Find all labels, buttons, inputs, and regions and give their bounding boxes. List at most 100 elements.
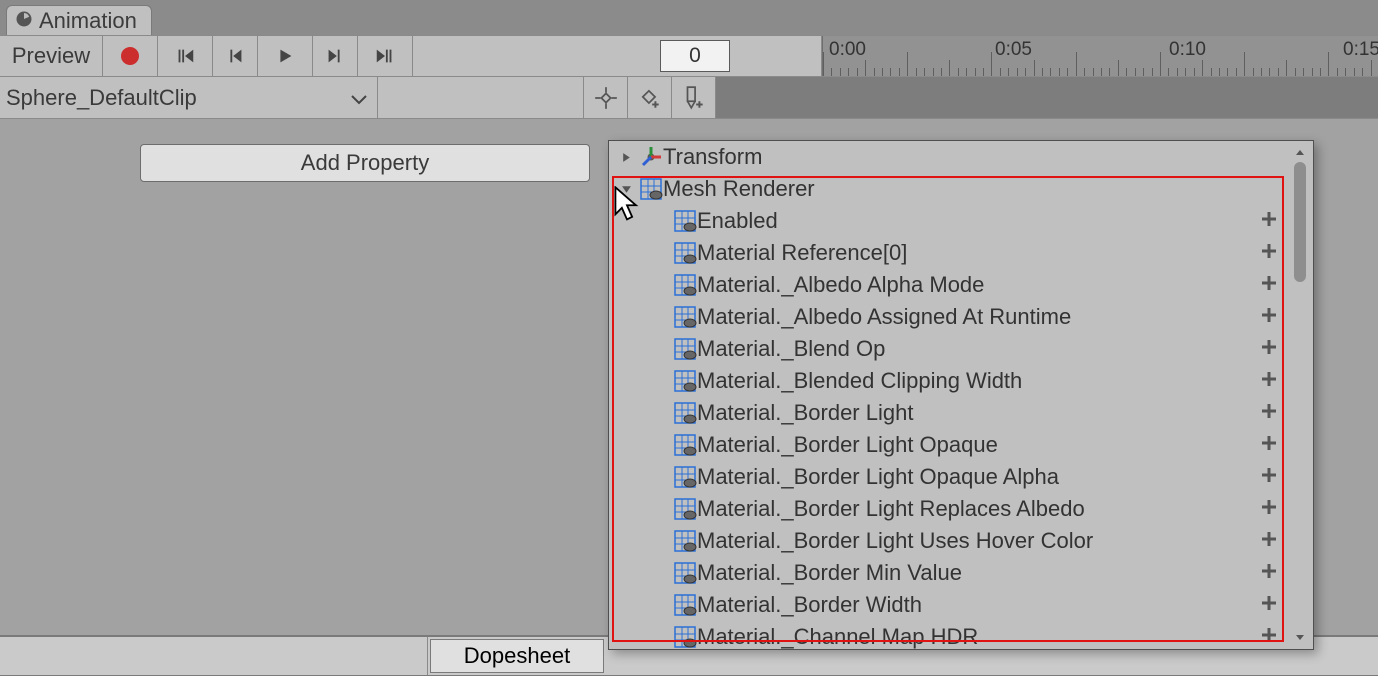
scroll-up-icon[interactable] (1291, 144, 1309, 162)
add-property-plus-button[interactable] (1259, 497, 1281, 519)
tree-item[interactable]: Material._Border Light Opaque Alpha (609, 461, 1287, 493)
property-icon (673, 465, 697, 489)
add-property-plus-button[interactable] (1259, 337, 1281, 359)
collapse-arrow-icon[interactable] (613, 184, 639, 195)
tree-item[interactable]: Material._Border Light Uses Hover Color (609, 525, 1287, 557)
property-icon (673, 337, 697, 361)
tree-item[interactable]: Material._Albedo Alpha Mode (609, 269, 1287, 301)
next-keyframe-button[interactable] (313, 36, 358, 76)
tree-item[interactable]: Material._Border Min Value (609, 557, 1287, 589)
scroll-thumb[interactable] (1294, 162, 1306, 282)
preview-button[interactable]: Preview (0, 36, 103, 76)
timeline-ruler[interactable]: 0:00 0:05 0:10 0:15 (822, 36, 1378, 76)
add-property-plus-button[interactable] (1259, 401, 1281, 423)
tree-item-mesh-renderer[interactable]: Mesh Renderer (609, 173, 1287, 205)
add-property-plus-button[interactable] (1259, 593, 1281, 615)
property-icon (673, 209, 697, 233)
add-property-plus-button[interactable] (1259, 305, 1281, 327)
add-property-plus-button[interactable] (1259, 209, 1281, 231)
popup-scrollbar[interactable] (1291, 144, 1309, 646)
add-property-popup: Transform Mesh Renderer Enabled Material … (608, 140, 1314, 650)
timeline-track[interactable] (716, 77, 1378, 118)
property-label: Material._Border Light Opaque (697, 432, 998, 458)
property-label: Material Reference[0] (697, 240, 907, 266)
property-icon (673, 273, 697, 297)
tree-item-transform[interactable]: Transform (609, 141, 1287, 173)
chevron-down-icon (351, 85, 367, 111)
add-event-button[interactable] (672, 77, 716, 118)
property-label: Material._Border Light Uses Hover Color (697, 528, 1093, 554)
ruler-label: 0:05 (995, 39, 1032, 61)
ruler-label: 0:15 (1343, 39, 1378, 61)
play-button[interactable] (258, 36, 313, 76)
add-property-plus-button[interactable] (1259, 625, 1281, 647)
first-frame-button[interactable] (158, 36, 213, 76)
step-forward-icon (324, 45, 346, 67)
mesh-renderer-icon (639, 177, 663, 201)
tree-item[interactable]: Material._Border Light (609, 397, 1287, 429)
clock-icon (15, 8, 33, 34)
skip-start-icon (174, 45, 196, 67)
record-button[interactable] (103, 36, 158, 76)
property-label: Material._Blended Clipping Width (697, 368, 1022, 394)
add-keyframe-button[interactable] (584, 77, 628, 118)
add-property-plus-button[interactable] (1259, 529, 1281, 551)
tab-animation[interactable]: Animation (6, 5, 152, 35)
add-property-plus-button[interactable] (1259, 369, 1281, 391)
prev-keyframe-button[interactable] (213, 36, 258, 76)
add-property-plus-button[interactable] (1259, 465, 1281, 487)
property-label: Material._Albedo Assigned At Runtime (697, 304, 1071, 330)
property-label: Material._Border Light (697, 400, 913, 426)
frame-input[interactable]: 0 (660, 40, 730, 72)
property-filter[interactable] (378, 77, 584, 118)
transform-icon (639, 145, 663, 169)
tree-item[interactable]: Material._Border Width (609, 589, 1287, 621)
add-property-plus-button[interactable] (1259, 433, 1281, 455)
property-icon (673, 593, 697, 617)
property-icon (673, 497, 697, 521)
dopesheet-tab[interactable]: Dopesheet (430, 639, 604, 673)
step-back-icon (224, 45, 246, 67)
tree-item[interactable]: Material._Blended Clipping Width (609, 365, 1287, 397)
property-icon (673, 401, 697, 425)
property-icon (673, 625, 697, 649)
diamond-plus-icon (637, 85, 663, 111)
ruler-label: 0:00 (829, 39, 866, 61)
crosshair-diamond-icon (593, 85, 619, 111)
tree-item[interactable]: Material._Albedo Assigned At Runtime (609, 301, 1287, 333)
scroll-down-icon[interactable] (1291, 628, 1309, 646)
event-marker-icon (681, 85, 707, 111)
property-icon (673, 305, 697, 329)
add-property-plus-button[interactable] (1259, 241, 1281, 263)
property-label: Enabled (697, 208, 778, 234)
property-icon (673, 529, 697, 553)
property-label: Material._Blend Op (697, 336, 885, 362)
animation-toolbar: Preview 0 0:00 0:05 0:10 0:15 (0, 35, 1378, 77)
tab-label: Animation (39, 8, 137, 34)
property-label: Material._Border Min Value (697, 560, 962, 586)
property-label: Material._Albedo Alpha Mode (697, 272, 984, 298)
expand-arrow-icon[interactable] (613, 152, 639, 163)
tree-item[interactable]: Enabled (609, 205, 1287, 237)
tree-item[interactable]: Material._Channel Map HDR (609, 621, 1287, 649)
play-icon (274, 45, 296, 67)
ruler-label: 0:10 (1169, 39, 1206, 61)
property-icon (673, 241, 697, 265)
add-property-plus-button[interactable] (1259, 561, 1281, 583)
tree-item[interactable]: Material._Border Light Replaces Albedo (609, 493, 1287, 525)
property-label: Material._Border Light Replaces Albedo (697, 496, 1085, 522)
skip-end-icon (374, 45, 396, 67)
last-frame-button[interactable] (358, 36, 413, 76)
property-label: Material._Border Width (697, 592, 922, 618)
property-icon (673, 369, 697, 393)
property-label: Material._Border Light Opaque Alpha (697, 464, 1059, 490)
property-icon (673, 433, 697, 457)
tree-item[interactable]: Material._Blend Op (609, 333, 1287, 365)
add-property-plus-button[interactable] (1259, 273, 1281, 295)
tree-item[interactable]: Material._Border Light Opaque (609, 429, 1287, 461)
tree-item[interactable]: Material Reference[0] (609, 237, 1287, 269)
add-keyframe-plus-button[interactable] (628, 77, 672, 118)
add-property-button[interactable]: Add Property (140, 144, 590, 182)
property-icon (673, 561, 697, 585)
clip-dropdown[interactable]: Sphere_DefaultClip (0, 77, 378, 118)
